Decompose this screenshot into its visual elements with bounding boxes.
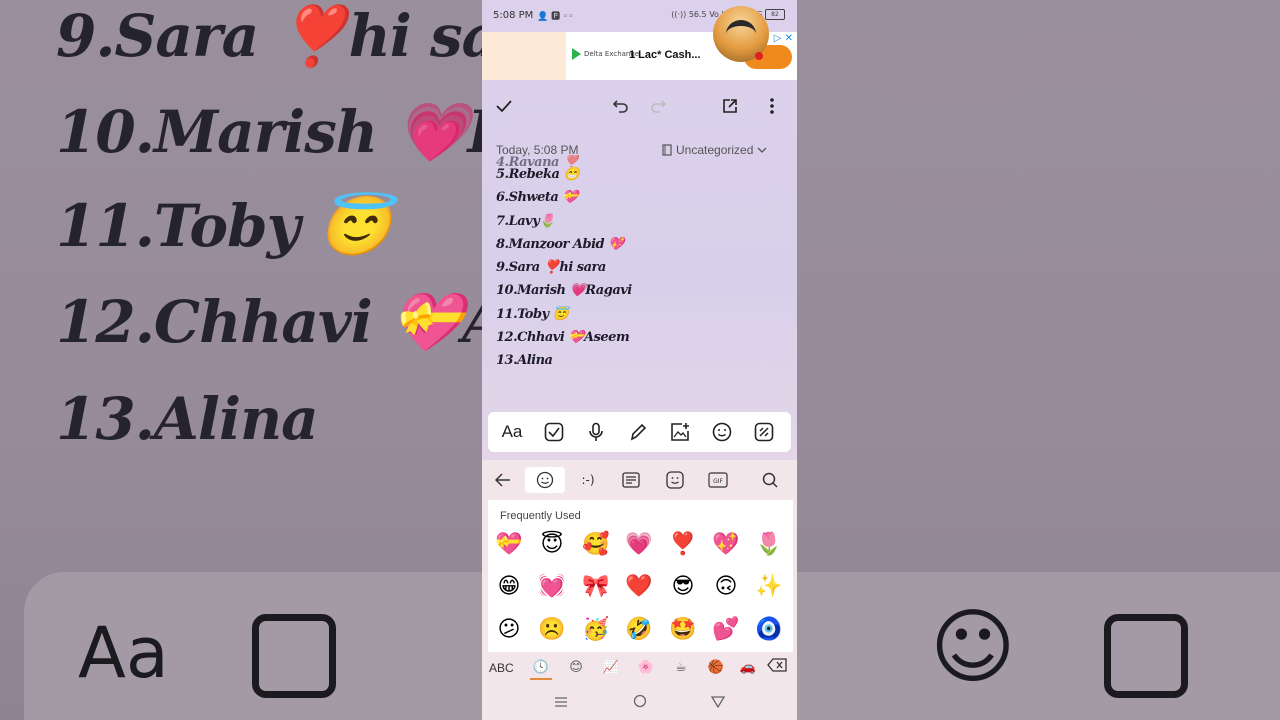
emoji-key[interactable]: 🥳	[581, 615, 611, 645]
bg-emoji-icon: ☺	[930, 600, 1016, 695]
notification-dot	[755, 52, 763, 60]
frequently-used-label: Frequently Used	[500, 510, 581, 522]
emoji-keyboard: :-) GIF Frequently Used 💝 😇 🥰 💗 ❣️ 💖 🌷 😁…	[482, 460, 797, 720]
status-icons-left: 👤 🅿 ◦◦	[537, 12, 574, 22]
back-nav-icon[interactable]	[710, 694, 726, 712]
format-toolbar: Aa	[488, 412, 791, 452]
emoji-key[interactable]: 🤩	[668, 615, 698, 645]
note-line-partial: 4.Ravana ❣️	[496, 155, 579, 167]
back-arrow-icon[interactable]	[483, 467, 523, 493]
svg-text:GIF: GIF	[713, 478, 723, 485]
note-line[interactable]: 9.Sara ❣️hi sara	[496, 260, 786, 283]
emoji-key[interactable]: ❣️	[668, 530, 698, 560]
travel-category-icon[interactable]: 🚗	[737, 658, 759, 678]
checkbox-icon[interactable]	[542, 420, 566, 444]
bg-text-label: Aa	[78, 612, 169, 694]
emoji-key[interactable]: 🧿	[754, 615, 784, 645]
emoji-category-bar: ABC 🕓 😊 📈 🌸 ☕ 🏀 🚗	[482, 654, 797, 682]
bg-line: 13.Alina	[56, 385, 319, 453]
note-body[interactable]: 4.Ravana ❣️ 5.Rebeka 😁 6.Shweta 💝 7.Lavy…	[496, 155, 786, 393]
emoji-key[interactable]: 😎	[668, 572, 698, 602]
redo-icon[interactable]	[646, 94, 670, 118]
gif-tab-icon[interactable]: GIF	[698, 467, 738, 493]
recents-nav-icon[interactable]	[554, 694, 568, 712]
battery-icon: 82	[765, 9, 785, 20]
emoji-key[interactable]: 🎀	[581, 572, 611, 602]
note-line[interactable]: 8.Manzoor Abid 💖	[496, 237, 786, 260]
emoji-tab-icon[interactable]	[525, 467, 565, 493]
more-vertical-icon[interactable]	[760, 94, 784, 118]
chevron-down-icon	[757, 147, 767, 153]
ad-choices-icon[interactable]: ▷ ✕	[774, 33, 793, 44]
ad-headline: 1 Lac* Cash...	[629, 49, 701, 61]
emoji-key[interactable]: 🥰	[581, 530, 611, 560]
note-line[interactable]: 7.Lavy🌷	[496, 214, 786, 237]
emoji-key[interactable]: 💕	[711, 615, 741, 645]
note-line[interactable]: 5.Rebeka 😁	[496, 167, 786, 190]
search-icon[interactable]	[750, 467, 790, 493]
note-line[interactable]: 12.Chhavi 💝Aseem	[496, 330, 786, 353]
abc-key[interactable]: ABC	[489, 661, 514, 675]
emoji-key[interactable]: 😇	[537, 530, 567, 560]
emoji-key[interactable]: ❤️	[624, 572, 654, 602]
keyboard-tabs: :-) GIF	[482, 460, 797, 500]
pen-icon[interactable]	[626, 420, 650, 444]
note-line[interactable]: 10.Marish 💗Ragavi	[496, 283, 786, 306]
add-image-icon[interactable]	[668, 420, 692, 444]
emoji-key[interactable]: 💝	[494, 530, 524, 560]
food-category-icon[interactable]: ☕	[670, 658, 692, 678]
sticker-tab-icon[interactable]	[655, 467, 695, 493]
system-nav-bar	[482, 688, 797, 720]
emoticon-tab-icon[interactable]: :-)	[568, 467, 608, 493]
check-icon[interactable]	[492, 94, 516, 118]
undo-icon[interactable]	[609, 94, 633, 118]
home-nav-icon[interactable]	[633, 694, 647, 712]
nature-category-icon[interactable]: 🌸	[635, 658, 657, 678]
emoji-icon[interactable]	[710, 420, 734, 444]
bg-line: 11.Toby 😇	[56, 192, 391, 260]
share-icon[interactable]	[718, 94, 742, 118]
ad-image	[482, 32, 566, 80]
emoji-key[interactable]: ✨	[754, 572, 784, 602]
clipboard-tab-icon[interactable]	[611, 467, 651, 493]
backspace-icon[interactable]	[766, 658, 788, 678]
recent-category-icon[interactable]: 🕓	[530, 658, 552, 680]
emoji-key[interactable]: 🙃	[711, 572, 741, 602]
trending-category-icon[interactable]: 📈	[600, 658, 622, 678]
text-format-button[interactable]: Aa	[500, 420, 524, 444]
bg-sticker-icon	[1104, 614, 1188, 698]
microphone-icon[interactable]	[584, 420, 608, 444]
emoji-key[interactable]: 💖	[711, 530, 741, 560]
avatar-tree-icon	[726, 20, 756, 48]
note-line[interactable]: 11.Toby 😇	[496, 307, 786, 330]
emoji-panel: Frequently Used 💝 😇 🥰 💗 ❣️ 💖 🌷 😁 💓 🎀 ❤️ …	[488, 500, 793, 652]
phone-screen: 5:08 PM 👤 🅿 ◦◦ ((·)) 56.5 Vo LTE 5G 4G 8…	[482, 0, 797, 720]
emoji-key[interactable]: 🤣	[624, 615, 654, 645]
emoji-key[interactable]: 😕	[494, 615, 524, 645]
status-time: 5:08 PM	[493, 10, 534, 21]
bg-checkbox-icon	[252, 614, 336, 698]
note-line[interactable]: 13.Alina	[496, 353, 786, 376]
activity-category-icon[interactable]: 🏀	[705, 658, 727, 678]
sticker-icon[interactable]	[752, 420, 776, 444]
emoji-key[interactable]: 💓	[537, 572, 567, 602]
emoji-key[interactable]: 💗	[624, 530, 654, 560]
brand-mark-icon	[572, 48, 581, 60]
emoji-key[interactable]: ☹️	[537, 615, 567, 645]
emoji-key[interactable]: 😁	[494, 572, 524, 602]
smileys-category-icon[interactable]: 😊	[565, 658, 587, 678]
emoji-key[interactable]: 🌷	[754, 530, 784, 560]
note-line[interactable]: 6.Shweta 💝	[496, 190, 786, 213]
note-toolbar	[482, 90, 797, 120]
